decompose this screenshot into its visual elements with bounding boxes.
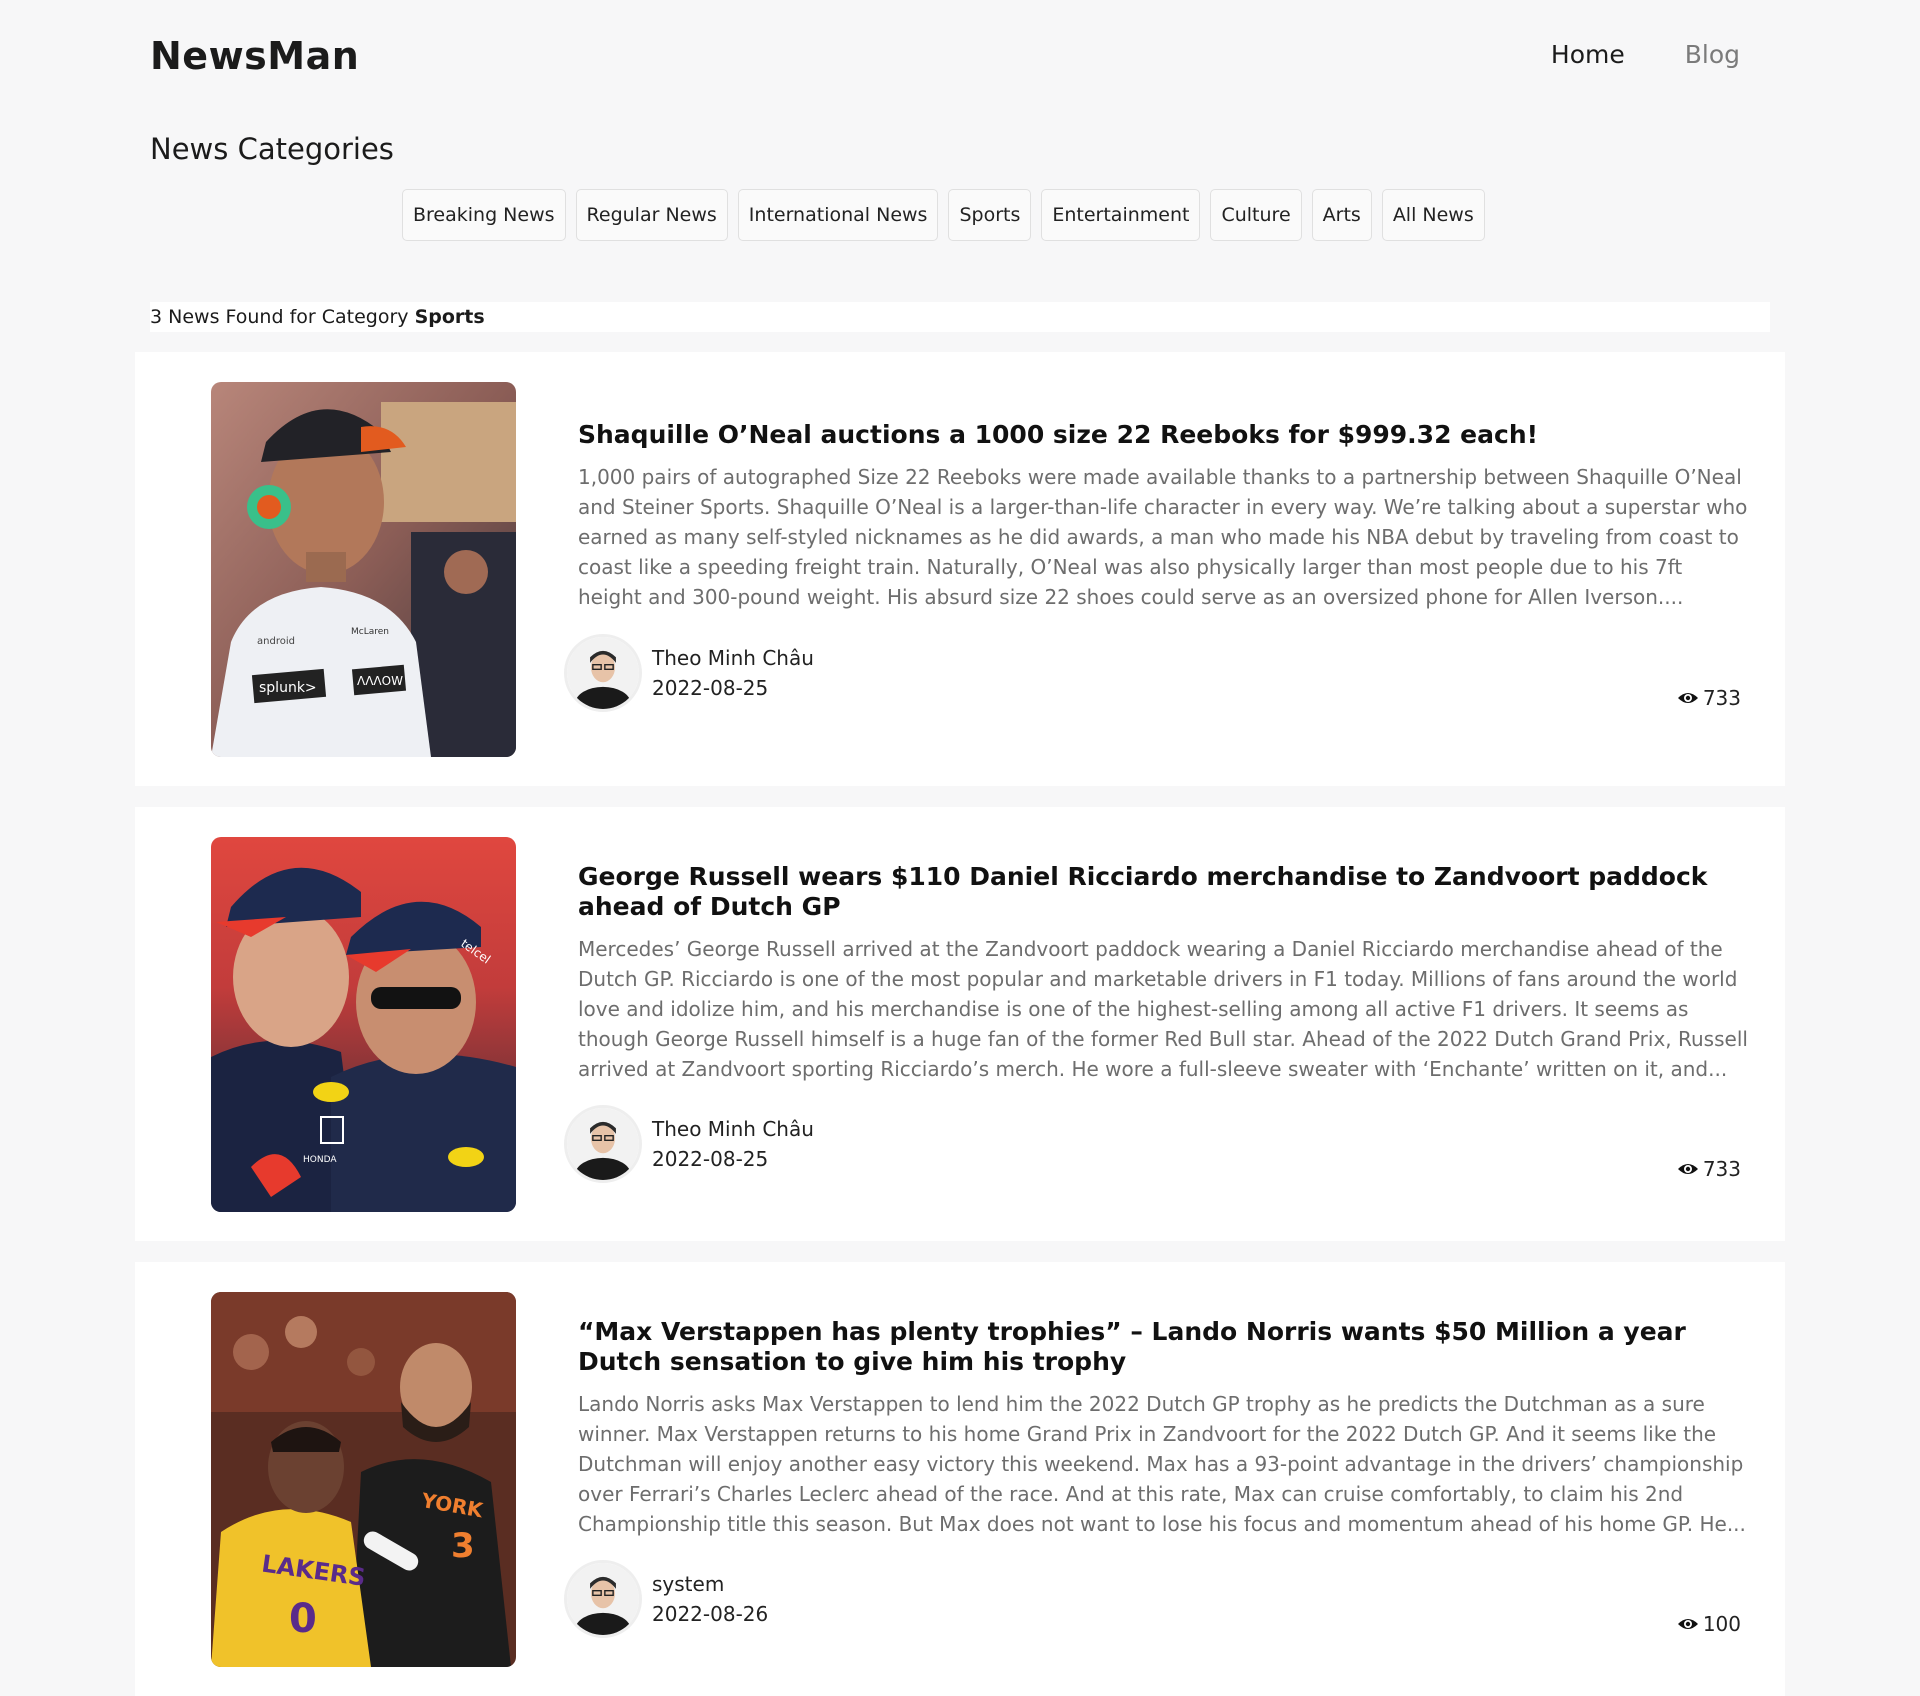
- article-title[interactable]: “Max Verstappen has plenty trophies” – L…: [578, 1317, 1728, 1377]
- categories-heading: News Categories: [150, 132, 394, 166]
- category-culture[interactable]: Culture: [1210, 189, 1302, 241]
- author-avatar[interactable]: [564, 1560, 642, 1638]
- article-card: splunk> ΛΛΛOW android McLaren Shaquille …: [135, 352, 1785, 786]
- avatar-image: [567, 1108, 639, 1180]
- results-summary: 3 News Found for Category Sports: [150, 302, 1770, 332]
- nav-home-link[interactable]: Home: [1551, 40, 1625, 69]
- article-thumbnail[interactable]: splunk> ΛΛΛOW android McLaren: [211, 382, 516, 757]
- photo-sponsor-splunk: splunk>: [259, 680, 317, 696]
- view-count: 733: [1702, 686, 1741, 710]
- photo-jersey-number-2: 3: [451, 1526, 475, 1566]
- article-author: system: [652, 1572, 725, 1596]
- basketball-players-photo: LAKERS 0 YORK 3: [211, 1292, 516, 1667]
- eye-icon: [1677, 1164, 1698, 1174]
- category-sports[interactable]: Sports: [948, 189, 1032, 241]
- category-breaking-news[interactable]: Breaking News: [402, 189, 566, 241]
- article-views: 733: [1677, 1157, 1741, 1181]
- view-count: 733: [1702, 1157, 1741, 1181]
- photo-sponsor-mclaren: McLaren: [351, 627, 389, 637]
- author-avatar[interactable]: [564, 1105, 642, 1183]
- category-entertainment[interactable]: Entertainment: [1041, 189, 1201, 241]
- category-international-news[interactable]: International News: [737, 189, 939, 241]
- article-views: 733: [1677, 686, 1741, 710]
- photo-sponsor-honda: HONDA: [303, 1155, 337, 1165]
- photo-sponsor-android: android: [257, 636, 295, 647]
- eye-icon: [1677, 693, 1698, 703]
- article-card: LAKERS 0 YORK 3 “Max Verstappen has plen…: [135, 1262, 1785, 1696]
- article-title[interactable]: George Russell wears $110 Daniel Ricciar…: [578, 862, 1728, 922]
- article-excerpt: Mercedes’ George Russell arrived at the …: [578, 937, 1748, 1081]
- article-views: 100: [1677, 1612, 1741, 1636]
- article-date: 2022-08-26: [652, 1602, 769, 1626]
- eye-icon: [1677, 1619, 1698, 1629]
- avatar-image: [567, 1563, 639, 1635]
- red-bull-drivers-photo: HONDA telcel: [211, 837, 516, 1212]
- category-arts[interactable]: Arts: [1311, 189, 1372, 241]
- article-author: Theo Minh Châu: [652, 646, 814, 670]
- article-date: 2022-08-25: [652, 1147, 769, 1171]
- main-nav: Home Blog: [1551, 40, 1740, 69]
- author-avatar[interactable]: [564, 634, 642, 712]
- brand-logo[interactable]: NewsMan: [150, 34, 359, 78]
- article-thumbnail[interactable]: LAKERS 0 YORK 3: [211, 1292, 516, 1667]
- photo-jersey-number: 0: [289, 1596, 317, 1642]
- article-card: HONDA telcel George Russell wears $110 D…: [135, 807, 1785, 1241]
- article-excerpt: Lando Norris asks Max Verstappen to lend…: [578, 1392, 1746, 1536]
- category-list: Breaking News Regular News International…: [402, 189, 1485, 241]
- article-title[interactable]: Shaquille O’Neal auctions a 1000 size 22…: [578, 420, 1728, 450]
- view-count: 100: [1702, 1612, 1741, 1636]
- article-author: Theo Minh Châu: [652, 1117, 814, 1141]
- category-regular-news[interactable]: Regular News: [575, 189, 728, 241]
- category-all-news[interactable]: All News: [1381, 189, 1485, 241]
- photo-sponsor-arrow: ΛΛΛOW: [357, 674, 403, 688]
- results-prefix: 3 News Found for Category: [150, 306, 409, 328]
- racing-driver-photo: splunk> ΛΛΛOW android McLaren: [211, 382, 516, 757]
- article-excerpt: 1,000 pairs of autographed Size 22 Reebo…: [578, 465, 1748, 609]
- article-thumbnail[interactable]: HONDA telcel: [211, 837, 516, 1212]
- nav-blog-link[interactable]: Blog: [1685, 40, 1740, 69]
- results-category: Sports: [414, 306, 485, 328]
- avatar-image: [567, 637, 639, 709]
- article-date: 2022-08-25: [652, 676, 769, 700]
